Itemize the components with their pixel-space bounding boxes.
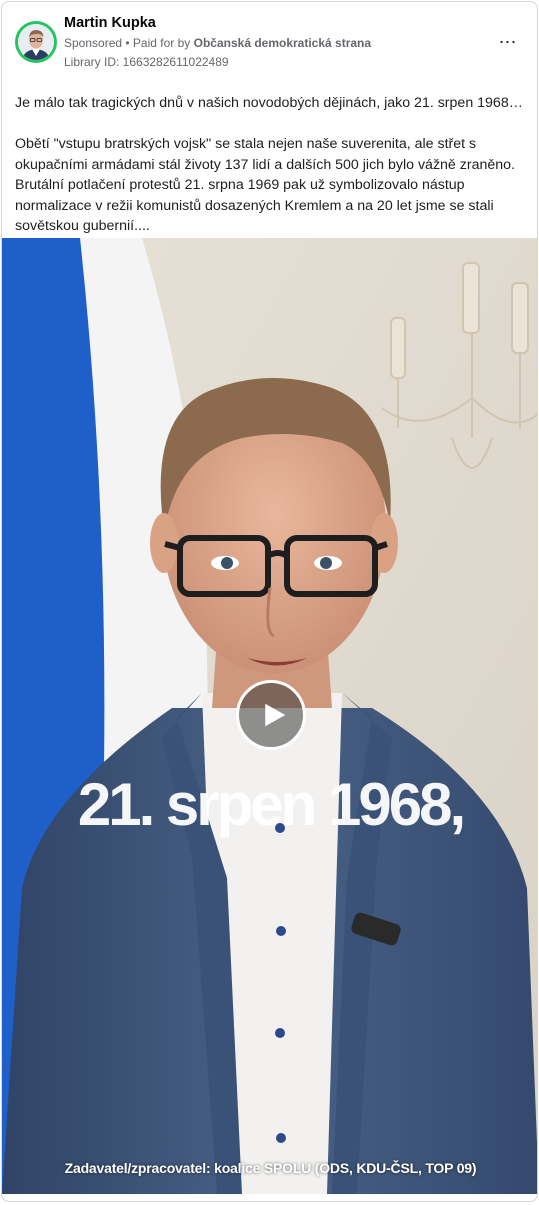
avatar-image — [18, 24, 54, 60]
post-text-paragraph: Obětí "vstupu bratrských vojsk" se stala… — [15, 136, 515, 234]
paid-for-by[interactable]: Občanská demokratická strana — [194, 36, 371, 50]
video-caption: Zadavatel/zpracovatel: koalice SPOLU (OD… — [64, 1160, 477, 1176]
author-name[interactable]: Martin Kupka — [64, 15, 156, 31]
post-header: Martin Kupka Sponsored • Paid for by Obč… — [2, 2, 537, 82]
play-button[interactable] — [236, 680, 306, 750]
ad-post-card: Martin Kupka Sponsored • Paid for by Obč… — [1, 1, 538, 1202]
post-text: Je málo tak tragických dnů v našich novo… — [15, 93, 527, 237]
sponsor-info: Sponsored • Paid for by Občanská demokra… — [64, 36, 371, 50]
sponsored-label: Sponsored — [64, 36, 123, 50]
play-icon — [264, 703, 285, 727]
more-options-icon[interactable]: ⋯ — [495, 30, 519, 54]
video-overlay-title: 21. srpen 1968, — [77, 771, 466, 838]
library-id: Library ID: 1663282611022489 — [64, 55, 229, 69]
avatar[interactable] — [15, 21, 57, 63]
paid-for-prefix: • Paid for by — [122, 36, 194, 50]
video-player[interactable]: 21. srpen 1968, Zadavatel/zpracovatel: k… — [2, 238, 537, 1194]
post-text-paragraph: Je málo tak tragických dnů v našich novo… — [15, 95, 523, 111]
